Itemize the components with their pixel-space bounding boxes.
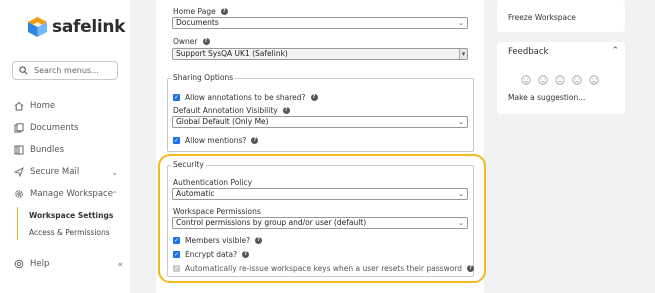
home-page-label: Home Page ? [173,7,228,16]
nav-label-home: Home [30,101,56,111]
auth-policy-value: Automatic [176,189,215,198]
chevron-down-icon: ⌄ [458,19,464,27]
manage-workspace-submenu: Workspace Settings Access & Permissions [17,207,117,240]
help-icon[interactable]: ? [255,237,263,244]
default-visibility-value: Global Default (Only Me) [176,117,269,126]
nav-item-manage-workspace[interactable]: Manage Workspace ⌃ [14,189,124,199]
security-legend: Security [171,160,206,169]
reissue-keys-label: Automatically re-issue workspace keys wh… [185,264,463,273]
encrypt-data-checkbox[interactable]: ✓ [173,251,180,258]
help-icon[interactable]: ? [202,38,210,45]
workspace-permissions-label-text: Workspace Permissions [173,207,261,216]
allow-annotations-checkbox[interactable]: ✓ [173,94,180,101]
feedback-card: Feedback ⌃ Make a suggestion... [497,42,625,114]
members-visible-row[interactable]: ✓ Members visible? ? [173,236,263,245]
members-visible-checkbox[interactable]: ✓ [173,237,180,244]
help-icon[interactable]: ? [251,137,259,144]
encrypt-data-row[interactable]: ✓ Encrypt data? ? [173,250,250,259]
auth-policy-label-text: Authentication Policy [173,178,253,187]
nav-item-bundles[interactable]: Bundles [14,145,124,155]
sharing-options-legend: Sharing Options [171,73,236,82]
allow-mentions-row[interactable]: ✓ Allow mentions? ? [173,136,259,145]
dropdown-icon: ▾ [459,49,467,59]
chevron-down-icon: ⌄ [458,118,464,126]
owner-label: Owner ? [173,37,210,46]
default-visibility-select[interactable]: Global Default (Only Me) ⌄ [172,116,468,128]
nav-item-secure-mail[interactable]: Secure Mail ⌄ [14,167,124,177]
auth-policy-label: Authentication Policy [173,178,252,187]
nav-item-home[interactable]: Home [14,101,124,111]
workspace-permissions-select[interactable]: Control permissions by group and/or user… [172,217,468,229]
nav-label-manage-workspace: Manage Workspace [30,189,113,199]
search-box[interactable] [12,61,118,80]
smiley-very-happy-icon[interactable] [521,75,531,85]
brand-name: safelink [52,17,126,37]
collapse-sidebar-icon[interactable]: « [117,260,123,270]
freeze-workspace-link[interactable]: Freeze Workspace [508,13,576,22]
reissue-keys-checkbox: ✓ [173,265,180,272]
smiley-sad-icon[interactable] [572,75,582,85]
help-icon[interactable]: ? [467,265,475,272]
search-input[interactable] [34,66,114,75]
bundles-icon [14,145,24,155]
chevron-down-icon: ⌄ [458,219,464,227]
nav-label-documents: Documents [30,123,79,133]
owner-label-text: Owner [173,37,198,46]
default-visibility-label: Default Annotation Visibility ? [173,106,290,115]
help-icon[interactable]: ? [242,251,250,258]
allow-annotations-label: Allow annotations to be shared? [185,93,306,102]
workspace-permissions-label: Workspace Permissions [173,207,261,216]
nav-item-documents[interactable]: Documents [14,123,124,133]
chevron-up-icon[interactable]: ⌃ [611,46,619,56]
help-icon[interactable]: ? [282,107,290,114]
make-suggestion-link[interactable]: Make a suggestion... [508,93,585,102]
smiley-neutral-icon[interactable] [555,75,565,85]
home-page-select[interactable]: Documents ⌄ [172,17,468,29]
home-page-value: Documents [176,18,219,27]
home-page-label-text: Home Page [173,7,216,16]
workspace-permissions-value: Control permissions by group and/or user… [176,218,367,227]
nav-label-secure-mail: Secure Mail [30,167,80,177]
home-icon [14,101,24,111]
auth-policy-select[interactable]: Automatic ⌄ [172,188,468,200]
smiley-very-sad-icon[interactable] [589,75,599,85]
reissue-keys-row: ✓ Automatically re-issue workspace keys … [173,264,475,273]
brand-logo[interactable]: safelink [27,16,125,38]
chevron-down-icon: ⌄ [458,190,464,198]
documents-icon [14,123,24,133]
nav-label-bundles: Bundles [30,145,65,155]
subnav-workspace-settings[interactable]: Workspace Settings [29,211,113,220]
owner-select[interactable]: Support SysQA UK1 (Safelink) ▾ [172,48,468,60]
gear-icon [15,190,23,198]
paper-plane-icon [14,167,24,177]
nav-label-help: Help [30,259,50,269]
default-visibility-label-text: Default Annotation Visibility [173,106,278,115]
sidebar: safelink Home Documents Bundles Secure M… [0,0,130,293]
feedback-title: Feedback [508,47,549,57]
nav-item-help[interactable]: Help [14,259,124,269]
allow-annotations-row[interactable]: ✓ Allow annotations to be shared? ? [173,93,318,102]
lifebuoy-icon [14,259,24,269]
allow-mentions-checkbox[interactable]: ✓ [173,137,180,144]
members-visible-label: Members visible? [185,236,251,245]
help-icon[interactable]: ? [220,8,228,15]
freeze-workspace-card: Freeze Workspace [497,0,625,32]
search-icon [19,66,28,75]
allow-mentions-label: Allow mentions? [185,136,247,145]
feedback-rating [521,75,599,85]
chevron-up-icon: ⌃ [111,189,118,199]
safelink-logo-icon [28,17,47,37]
smiley-happy-icon[interactable] [538,75,548,85]
subnav-access-permissions[interactable]: Access & Permissions [29,228,110,237]
settings-panel: Home Page ? Documents ⌄ Owner ? Support … [156,0,484,293]
chevron-down-icon: ⌄ [111,167,118,177]
help-icon[interactable]: ? [310,94,318,101]
owner-value: Support SysQA UK1 (Safelink) [176,49,288,58]
encrypt-data-label: Encrypt data? [185,250,238,259]
